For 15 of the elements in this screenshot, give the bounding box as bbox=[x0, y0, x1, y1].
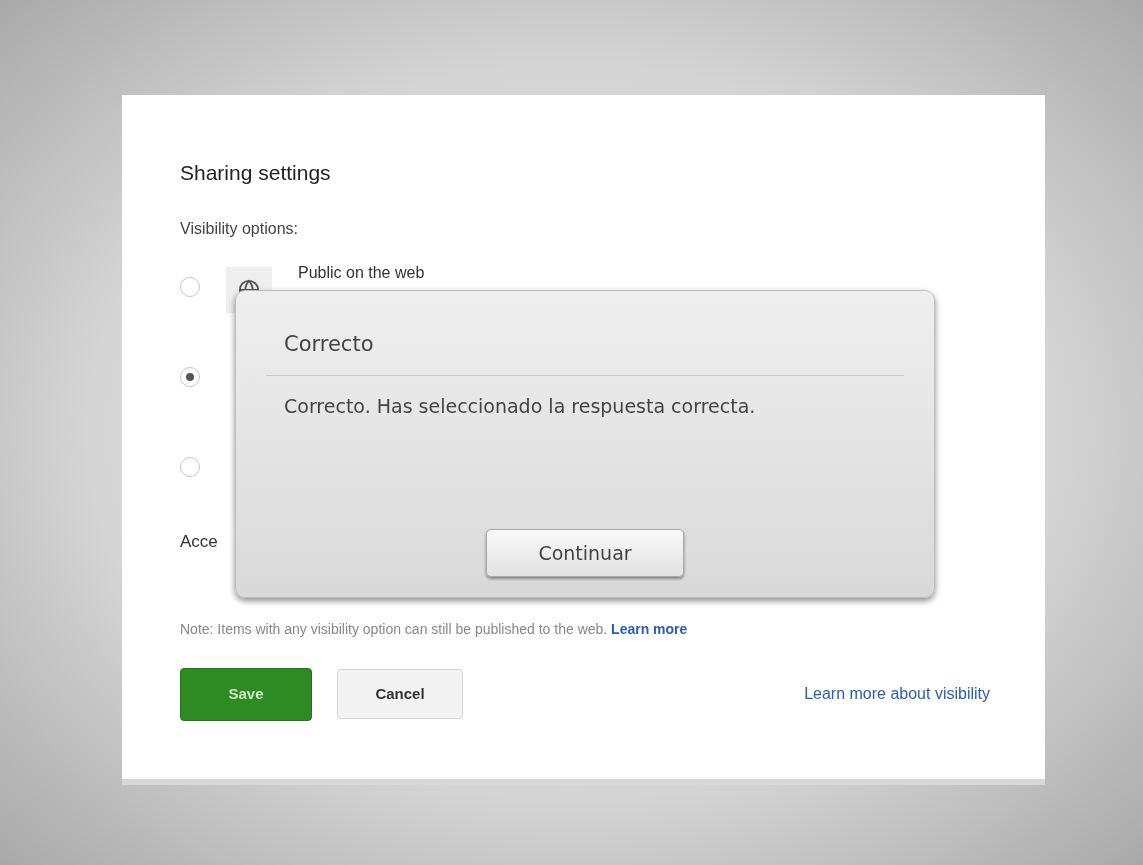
access-label: Acce bbox=[180, 531, 218, 553]
dialog-title: Correcto bbox=[266, 329, 904, 376]
learn-more-link[interactable]: Learn more bbox=[611, 620, 688, 637]
cancel-button[interactable]: Cancel bbox=[337, 669, 463, 719]
save-button[interactable]: Save bbox=[180, 667, 312, 721]
visibility-help-link[interactable]: Learn more about visibility bbox=[804, 682, 990, 706]
panel-title: Sharing settings bbox=[180, 160, 332, 186]
continue-button[interactable]: Continuar bbox=[486, 529, 684, 577]
visibility-label: Visibility options: bbox=[180, 219, 299, 239]
dialog-message: Correcto. Has seleccionado la respuesta correcta. bbox=[283, 393, 757, 419]
radio-button[interactable] bbox=[180, 457, 200, 477]
radio-button[interactable] bbox=[180, 367, 200, 387]
note-text: Note: Items with any visibility option can still be published to the web. Learn more bbox=[180, 619, 689, 639]
option-label: Public on the web bbox=[298, 263, 425, 283]
radio-button[interactable] bbox=[180, 277, 200, 297]
